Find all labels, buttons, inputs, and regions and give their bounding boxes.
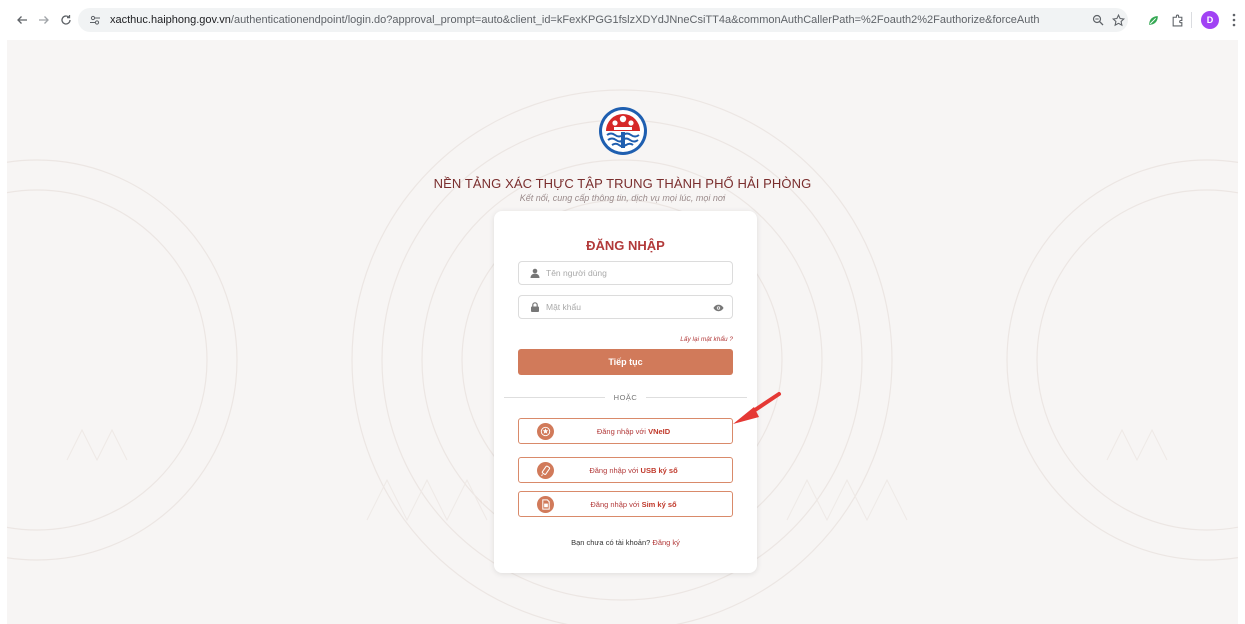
eye-icon[interactable] xyxy=(712,302,724,314)
password-input[interactable] xyxy=(546,302,706,312)
sim-card-icon xyxy=(537,496,554,513)
sim-method-name: Sim ký số xyxy=(641,499,677,509)
bookmark-star-icon[interactable] xyxy=(1110,12,1126,28)
site-title: NỀN TẢNG XÁC THỰC TẬP TRUNG THÀNH PHỐ HẢ… xyxy=(433,176,812,191)
profile-avatar: D xyxy=(1201,11,1219,29)
url-text: xacthuc.haiphong.gov.vn/authenticationen… xyxy=(110,14,1040,26)
user-icon xyxy=(529,268,540,279)
register-link[interactable]: Đăng ký xyxy=(652,538,680,547)
site-settings-icon[interactable] xyxy=(88,13,102,27)
haiphong-logo xyxy=(599,107,647,155)
lock-icon xyxy=(529,302,540,313)
register-row: Bạn chưa có tài khoản? Đăng ký xyxy=(494,538,757,547)
site-subtitle: Kết nối, cung cấp thông tin, dịch vụ mọi… xyxy=(519,193,726,203)
url-host: xacthuc.haiphong.gov.vn xyxy=(110,14,231,26)
forgot-password-link[interactable]: Lấy lại mật khẩu ? xyxy=(680,336,733,343)
continue-button[interactable]: Tiếp tục xyxy=(518,349,733,375)
url-path: /authenticationendpoint/login.do?approva… xyxy=(230,14,1040,26)
password-field[interactable] xyxy=(518,295,733,319)
usb-token-icon xyxy=(537,462,554,479)
extension-icon[interactable] xyxy=(1143,10,1163,30)
vneid-method-name: VNeID xyxy=(648,426,671,436)
forward-icon[interactable] xyxy=(34,10,54,30)
username-field[interactable] xyxy=(518,261,733,285)
or-label: HOẶC xyxy=(613,392,638,402)
or-divider: HOẶC xyxy=(504,392,748,402)
vneid-icon xyxy=(537,423,554,440)
page-content: NỀN TẢNG XÁC THỰC TẬP TRUNG THÀNH PHỐ HẢ… xyxy=(7,40,1238,624)
reload-icon[interactable] xyxy=(56,10,76,30)
puzzle-icon[interactable] xyxy=(1167,10,1187,30)
usb-method-name: USB ký số xyxy=(640,465,678,475)
address-bar[interactable]: xacthuc.haiphong.gov.vn/authenticationen… xyxy=(78,8,1128,32)
login-sim-button[interactable]: Đăng nhập với Sim ký số xyxy=(518,491,733,517)
login-usb-token-button[interactable]: Đăng nhập với USB ký số xyxy=(518,457,733,483)
alt-prefix: Đăng nhập với xyxy=(589,465,639,475)
login-vneid-button[interactable]: Đăng nhập với VNeID xyxy=(518,418,733,444)
alt-prefix: Đăng nhập với xyxy=(590,499,640,509)
profile-icon[interactable]: D xyxy=(1200,10,1220,30)
alt-prefix: Đăng nhập với xyxy=(596,426,646,436)
login-title: ĐĂNG NHẬP xyxy=(586,238,665,253)
username-input[interactable] xyxy=(546,268,706,278)
login-card: ĐĂNG NHẬP Lấy lại mật khẩu ? Tiếp tục HO… xyxy=(494,211,757,573)
menu-icon[interactable] xyxy=(1224,10,1244,30)
browser-toolbar: xacthuc.haiphong.gov.vn/authenticationen… xyxy=(0,0,1245,40)
zoom-icon[interactable] xyxy=(1090,12,1106,28)
annotation-arrow-icon xyxy=(733,392,781,424)
toolbar-divider xyxy=(1191,12,1192,28)
register-prompt: Bạn chưa có tài khoản? xyxy=(571,538,651,547)
back-icon[interactable] xyxy=(12,10,32,30)
divider-line-left xyxy=(504,396,605,398)
